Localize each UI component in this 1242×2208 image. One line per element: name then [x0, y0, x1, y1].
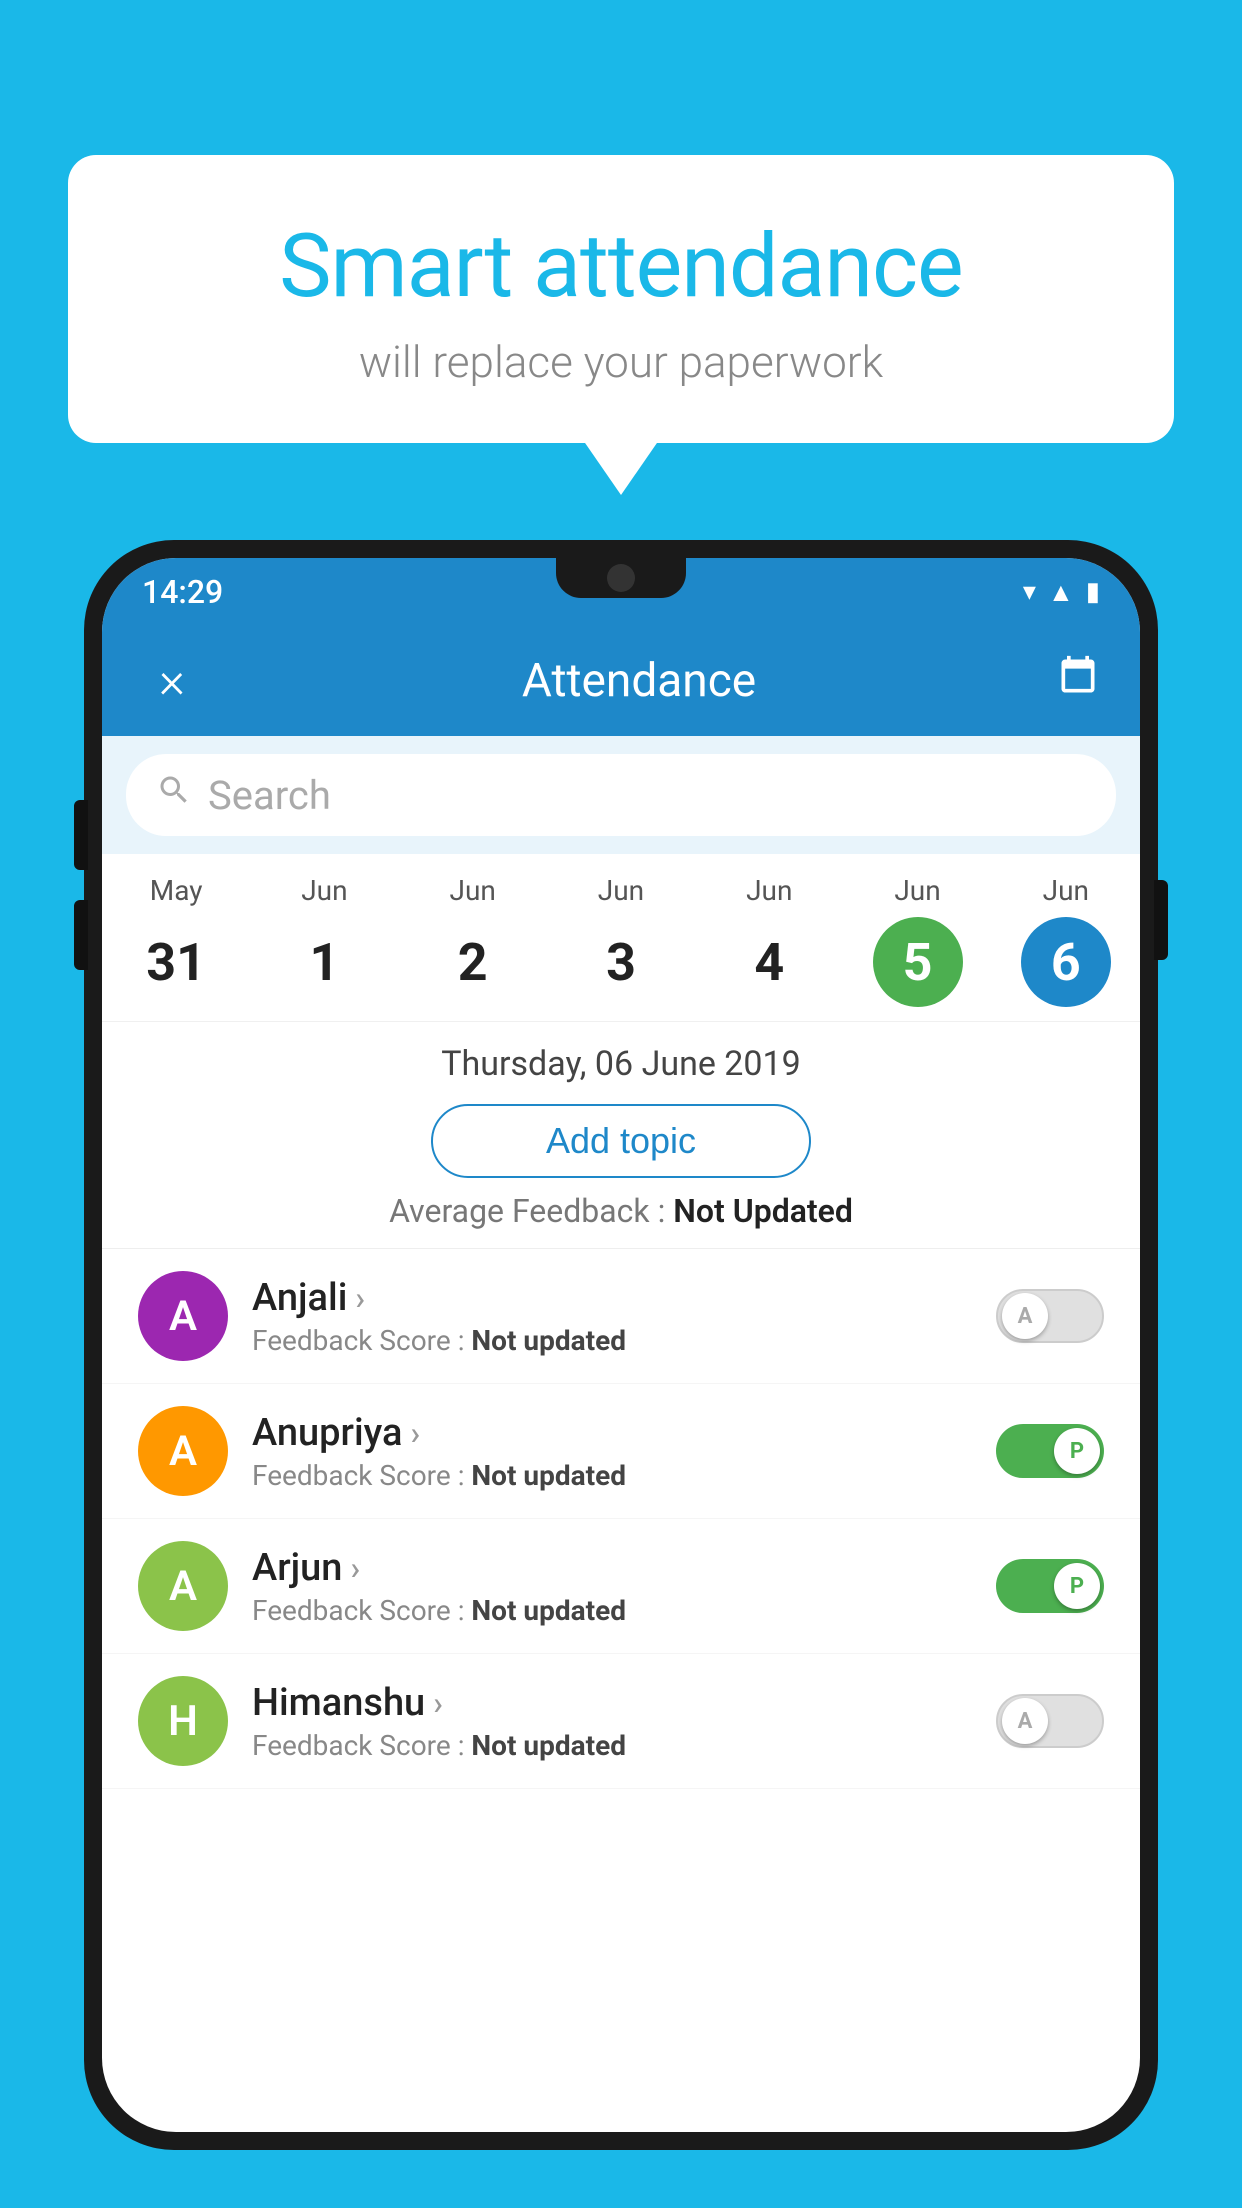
- search-bar[interactable]: Search: [126, 754, 1116, 836]
- search-placeholder: Search: [208, 772, 331, 819]
- chevron-icon: ›: [410, 1414, 420, 1452]
- toggle-container: P: [996, 1424, 1104, 1478]
- selected-date-label: Thursday, 06 June 2019: [102, 1021, 1140, 1094]
- avatar: A: [138, 1406, 228, 1496]
- status-time: 14:29: [142, 573, 223, 611]
- cal-month-label: Jun: [450, 874, 496, 907]
- cal-date-label: 3: [576, 917, 666, 1007]
- student-feedback: Feedback Score : Not updated: [252, 1324, 972, 1357]
- cal-date-label: 4: [724, 917, 814, 1007]
- cal-date-label: 1: [279, 917, 369, 1007]
- toggle-knob: A: [1002, 1698, 1048, 1744]
- add-topic-button[interactable]: Add topic: [431, 1104, 811, 1178]
- student-info: Anupriya › Feedback Score : Not updated: [252, 1411, 972, 1492]
- wifi-icon: ▾: [1023, 577, 1036, 607]
- speech-bubble: Smart attendance will replace your paper…: [68, 155, 1174, 443]
- battery-icon: ▮: [1086, 577, 1100, 607]
- student-item: A Anupriya › Feedback Score : Not updated P: [102, 1384, 1140, 1519]
- calendar-day[interactable]: Jun 2: [428, 874, 518, 1007]
- toggle-container: A: [996, 1694, 1104, 1748]
- bubble-title: Smart attendance: [108, 215, 1134, 318]
- main-content: Thursday, 06 June 2019 Add topic Average…: [102, 1021, 1140, 1789]
- phone-notch: [556, 558, 686, 598]
- signal-icon: ▲: [1048, 577, 1074, 608]
- student-feedback: Feedback Score : Not updated: [252, 1459, 972, 1492]
- student-info: Anjali › Feedback Score : Not updated: [252, 1276, 972, 1357]
- phone-screen: 14:29 ▾ ▲ ▮ × Attendance: [102, 558, 1140, 2132]
- avatar: H: [138, 1676, 228, 1766]
- avatar: A: [138, 1541, 228, 1631]
- vol-down-button: [74, 900, 88, 970]
- search-container: Search: [102, 736, 1140, 854]
- avatar: A: [138, 1271, 228, 1361]
- attendance-toggle[interactable]: A: [996, 1694, 1104, 1748]
- student-info: Arjun › Feedback Score : Not updated: [252, 1546, 972, 1627]
- calendar-day[interactable]: Jun 4: [724, 874, 814, 1007]
- status-icons: ▾ ▲ ▮: [1023, 577, 1100, 608]
- student-name[interactable]: Anupriya ›: [252, 1411, 972, 1455]
- speech-bubble-container: Smart attendance will replace your paper…: [68, 155, 1174, 443]
- calendar-day[interactable]: Jun 1: [279, 874, 369, 1007]
- student-name[interactable]: Arjun ›: [252, 1546, 972, 1590]
- bubble-subtitle: will replace your paperwork: [108, 336, 1134, 388]
- cal-date-label: 31: [131, 917, 221, 1007]
- avg-feedback-label: Average Feedback :: [389, 1192, 665, 1230]
- student-name[interactable]: Anjali ›: [252, 1276, 972, 1320]
- toggle-container: P: [996, 1559, 1104, 1613]
- toggle-knob: P: [1054, 1563, 1100, 1609]
- chevron-icon: ›: [350, 1549, 360, 1587]
- cal-month-label: Jun: [1043, 874, 1089, 907]
- calendar-strip: May 31 Jun 1 Jun 2 Jun 3 Jun 4 Jun 5 Jun 6: [102, 854, 1140, 1021]
- attendance-toggle[interactable]: A: [996, 1289, 1104, 1343]
- phone-container: 14:29 ▾ ▲ ▮ × Attendance: [84, 540, 1158, 2208]
- chevron-icon: ›: [433, 1684, 443, 1722]
- cal-date-label: 6: [1021, 917, 1111, 1007]
- cal-month-label: May: [150, 874, 203, 907]
- close-button[interactable]: ×: [142, 652, 202, 710]
- search-icon: [156, 772, 192, 818]
- cal-month-label: Jun: [598, 874, 644, 907]
- phone-camera: [607, 564, 635, 592]
- attendance-toggle[interactable]: P: [996, 1424, 1104, 1478]
- app-bar: × Attendance: [102, 626, 1140, 736]
- chevron-icon: ›: [355, 1279, 365, 1317]
- toggle-knob: P: [1054, 1428, 1100, 1474]
- cal-month-label: Jun: [301, 874, 347, 907]
- student-info: Himanshu › Feedback Score : Not updated: [252, 1681, 972, 1762]
- student-list: AAnjali ›Feedback Score : Not updatedAAA…: [102, 1248, 1140, 1789]
- phone-outer: 14:29 ▾ ▲ ▮ × Attendance: [84, 540, 1158, 2150]
- power-button: [1154, 880, 1168, 960]
- student-item: A Arjun › Feedback Score : Not updated P: [102, 1519, 1140, 1654]
- avg-feedback-value: Not Updated: [673, 1192, 853, 1230]
- student-name[interactable]: Himanshu ›: [252, 1681, 972, 1725]
- student-feedback: Feedback Score : Not updated: [252, 1594, 972, 1627]
- cal-month-label: Jun: [894, 874, 940, 907]
- attendance-toggle[interactable]: P: [996, 1559, 1104, 1613]
- student-item: H Himanshu › Feedback Score : Not updated A: [102, 1654, 1140, 1789]
- calendar-day[interactable]: Jun 6: [1021, 874, 1111, 1007]
- calendar-day[interactable]: May 31: [131, 874, 221, 1007]
- toggle-knob: A: [1002, 1293, 1048, 1339]
- toggle-container: A: [996, 1289, 1104, 1343]
- vol-up-button: [74, 800, 88, 870]
- calendar-day[interactable]: Jun 5: [873, 874, 963, 1007]
- app-title: Attendance: [222, 654, 1056, 708]
- calendar-button[interactable]: [1056, 654, 1100, 708]
- calendar-day[interactable]: Jun 3: [576, 874, 666, 1007]
- student-feedback: Feedback Score : Not updated: [252, 1729, 972, 1762]
- avg-feedback: Average Feedback : Not Updated: [102, 1192, 1140, 1248]
- cal-date-label: 5: [873, 917, 963, 1007]
- student-item: A Anjali › Feedback Score : Not updated A: [102, 1249, 1140, 1384]
- cal-date-label: 2: [428, 917, 518, 1007]
- cal-month-label: Jun: [746, 874, 792, 907]
